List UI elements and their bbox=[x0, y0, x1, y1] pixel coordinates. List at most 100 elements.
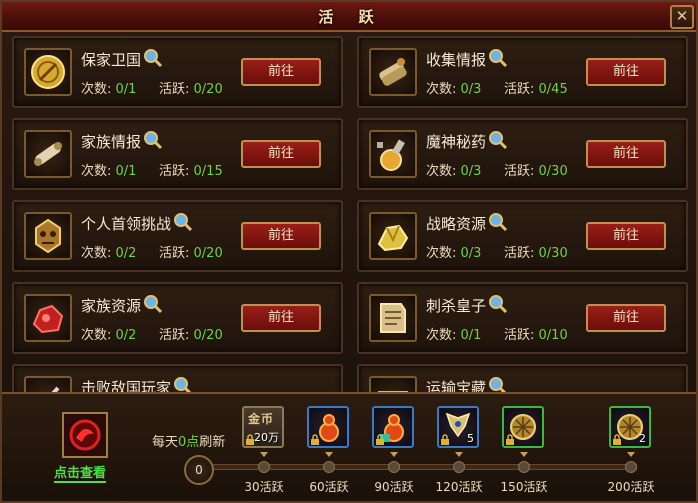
demon-mask-icon bbox=[24, 212, 72, 260]
gold-medal-icon bbox=[24, 48, 72, 96]
reward-treasure-ball[interactable]: 2 bbox=[609, 406, 651, 448]
task-title: 收集情报 bbox=[426, 48, 508, 70]
reward-gourd-potion[interactable] bbox=[307, 406, 349, 448]
magnifier-icon[interactable] bbox=[143, 130, 163, 150]
close-icon: ✕ bbox=[675, 7, 689, 25]
milestone-label: 120活跃 bbox=[435, 480, 483, 494]
document-icon bbox=[369, 294, 417, 342]
task-title: 战略资源 bbox=[426, 212, 508, 234]
task-card: 刺杀皇子 次数: 0/1 活跃: 0/10 前往 bbox=[357, 282, 688, 354]
magnifier-icon[interactable] bbox=[488, 48, 508, 68]
dragon-emblem-icon[interactable] bbox=[62, 412, 108, 458]
reward-treasure-ball[interactable] bbox=[502, 406, 544, 448]
task-activity: 活跃: 0/30 bbox=[504, 246, 568, 261]
go-button[interactable]: 前往 bbox=[241, 58, 321, 86]
go-button[interactable]: 前往 bbox=[241, 222, 321, 250]
magnifier-icon[interactable] bbox=[488, 212, 508, 232]
close-button[interactable]: ✕ bbox=[670, 5, 694, 29]
milestone-marker bbox=[455, 452, 463, 457]
task-count: 次数: 0/1 bbox=[81, 164, 137, 179]
magnifier-icon[interactable] bbox=[488, 294, 508, 314]
go-button[interactable]: 前往 bbox=[586, 304, 666, 332]
task-card: 运输宝藏 bbox=[357, 364, 688, 392]
activity-progress-bar bbox=[207, 464, 637, 470]
sword-icon bbox=[24, 376, 72, 392]
magnifier-icon[interactable] bbox=[488, 376, 508, 392]
scroll-bundle-icon bbox=[369, 48, 417, 96]
go-button[interactable]: 前往 bbox=[586, 222, 666, 250]
reward-gold-coins[interactable]: 金币 20万 bbox=[242, 406, 284, 448]
task-count: 次数: 0/2 bbox=[81, 246, 137, 261]
refresh-info: 每天0点刷新 bbox=[152, 435, 226, 450]
view-details-link[interactable]: 点击查看 bbox=[54, 462, 107, 483]
window-title: 活 跃 bbox=[318, 7, 384, 26]
lock-icon bbox=[311, 434, 319, 445]
task-grid: 保家卫国 次数: 0/1 活跃: 0/20 前往 收集情报 次数: 0/3 活跃… bbox=[12, 36, 690, 392]
task-count: 次数: 0/1 bbox=[426, 328, 482, 343]
gold-coin-icon: 金币 bbox=[248, 412, 275, 426]
potion-bottle-icon bbox=[369, 130, 417, 178]
task-title: 魔神秘药 bbox=[426, 130, 508, 152]
milestone-marker bbox=[260, 452, 268, 457]
milestone-node bbox=[518, 461, 530, 473]
task-count: 次数: 0/3 bbox=[426, 82, 482, 97]
milestone-label: 30活跃 bbox=[244, 480, 284, 494]
scroll-icon bbox=[24, 130, 72, 178]
milestone-marker bbox=[627, 452, 635, 457]
lock-icon bbox=[441, 434, 449, 445]
reward-count: 5 bbox=[467, 432, 474, 445]
task-card: 击败敌国玩家 bbox=[12, 364, 343, 392]
go-button[interactable]: 前往 bbox=[241, 304, 321, 332]
reward-wings-emblem[interactable]: 5 bbox=[437, 406, 479, 448]
gold-ore-icon bbox=[369, 212, 417, 260]
go-button[interactable]: 前往 bbox=[241, 140, 321, 168]
task-count: 次数: 0/1 bbox=[81, 82, 137, 97]
go-button[interactable]: 前往 bbox=[586, 140, 666, 168]
milestone-node bbox=[625, 461, 637, 473]
task-card: 保家卫国 次数: 0/1 活跃: 0/20 前往 bbox=[12, 36, 343, 108]
magnifier-icon[interactable] bbox=[173, 376, 193, 392]
lock-icon bbox=[506, 434, 514, 445]
task-card: 收集情报 次数: 0/3 活跃: 0/45 前往 bbox=[357, 36, 688, 108]
task-title: 刺杀皇子 bbox=[426, 294, 508, 316]
milestone-marker bbox=[520, 452, 528, 457]
milestone-label: 90活跃 bbox=[374, 480, 414, 494]
task-count: 次数: 0/3 bbox=[426, 164, 482, 179]
milestone-marker bbox=[325, 452, 333, 457]
reward-count: 2 bbox=[639, 432, 646, 445]
task-title: 运输宝藏 bbox=[426, 376, 508, 392]
task-title: 家族资源 bbox=[81, 294, 163, 316]
milestone-label: 60活跃 bbox=[309, 480, 349, 494]
task-activity: 活跃: 0/10 bbox=[504, 328, 568, 343]
current-activity-value: 0 bbox=[184, 455, 214, 485]
task-activity: 活跃: 0/20 bbox=[159, 246, 223, 261]
milestone-node bbox=[388, 461, 400, 473]
milestone-node bbox=[258, 461, 270, 473]
magnifier-icon[interactable] bbox=[173, 212, 193, 232]
task-title: 击败敌国玩家 bbox=[81, 376, 193, 392]
task-count: 次数: 0/3 bbox=[426, 246, 482, 261]
milestone-node bbox=[323, 461, 335, 473]
magnifier-icon[interactable] bbox=[143, 48, 163, 68]
task-card: 战略资源 次数: 0/3 活跃: 0/30 前往 bbox=[357, 200, 688, 272]
task-activity: 活跃: 0/20 bbox=[159, 82, 223, 97]
task-title: 保家卫国 bbox=[81, 48, 163, 70]
activity-reward-panel: 点击查看 每天0点刷新 0 金币 20万 30活跃 60活跃 90活跃 5 12… bbox=[2, 392, 696, 501]
activity-window: 活 跃 ✕ 保家卫国 次数: 0/1 活跃: 0/20 前往 收集情报 次数: … bbox=[0, 0, 698, 503]
lock-icon bbox=[613, 434, 621, 445]
task-card: 家族情报 次数: 0/1 活跃: 0/15 前往 bbox=[12, 118, 343, 190]
magnifier-icon[interactable] bbox=[488, 130, 508, 150]
title-bar: 活 跃 ✕ bbox=[2, 2, 696, 32]
reward-gourd-potion[interactable] bbox=[372, 406, 414, 448]
milestone-label: 200活跃 bbox=[607, 480, 655, 494]
milestone-marker bbox=[390, 452, 398, 457]
lock-icon bbox=[376, 434, 384, 445]
magnifier-icon[interactable] bbox=[143, 294, 163, 314]
task-title: 家族情报 bbox=[81, 130, 163, 152]
task-activity: 活跃: 0/30 bbox=[504, 164, 568, 179]
task-activity: 活跃: 0/15 bbox=[159, 164, 223, 179]
go-button[interactable]: 前往 bbox=[586, 58, 666, 86]
task-title: 个人首领挑战 bbox=[81, 212, 193, 234]
task-card: 个人首领挑战 次数: 0/2 活跃: 0/20 前往 bbox=[12, 200, 343, 272]
reward-count: 20万 bbox=[254, 431, 279, 444]
